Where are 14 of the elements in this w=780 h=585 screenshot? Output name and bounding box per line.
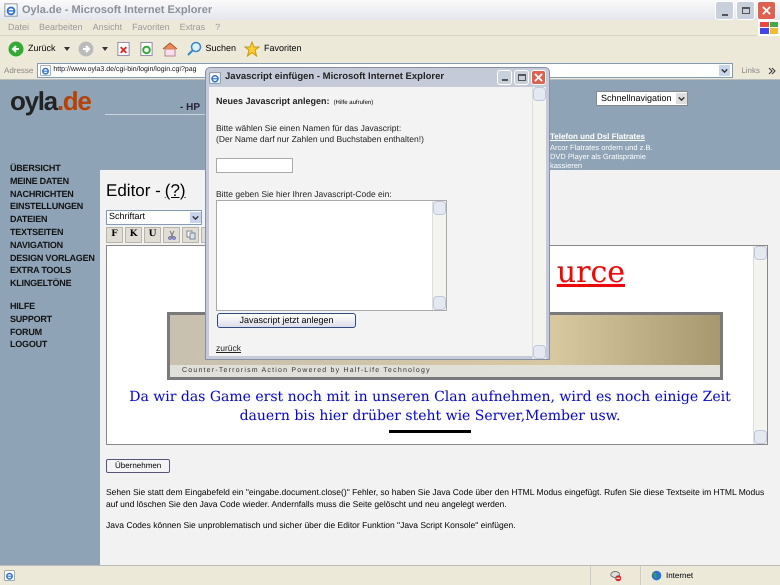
security-zone: Internet [666,570,694,582]
popup-heading: Neues Javascript anlegen: [216,95,330,108]
info-text: Java Codes können Sie unproblematisch und sicher über die Editor Funktion "Java Script Konsole" einfügen. [106,518,517,530]
paragraph: Da wir das Game erst noch mit in unseren Clan aufnehmen, wird es noch einige Zeit dauern bis hier drüber steht wie Server,Member usw. [128,388,732,426]
popup-title: Javascript einfügen - Microsoft Internet Explorer [225,70,446,84]
site-logo: oyla.de [10,88,92,114]
prompt-text: Bitte wählen Sie einen Namen für das Javascript: [216,122,402,134]
prompt-text: Bitte geben Sie hier Ihren Javascript-Code ein: [216,188,392,200]
prompt-text: (Der Name darf nur Zahlen und Buchstaben enthalten!) [216,134,424,144]
info-text: Sehen Sie statt dem Eingabefeld ein "eingabe.document.close()" Fehler, so haben Sie Java Code über den HTML Modus eingefügt. Rufen Sie diese Textseite im HTML Modus auf und löschen Sie den Java Code wieder. Andernfalls muss die Seite gelöscht und neu angelegt werden. [106,486,766,510]
address-label: Adresse [4,64,34,76]
page-heading: urce [556,258,625,288]
editor-title: Editor - [106,180,161,202]
window-title: Oyla.de - Microsoft Internet Explorer [22,2,214,18]
